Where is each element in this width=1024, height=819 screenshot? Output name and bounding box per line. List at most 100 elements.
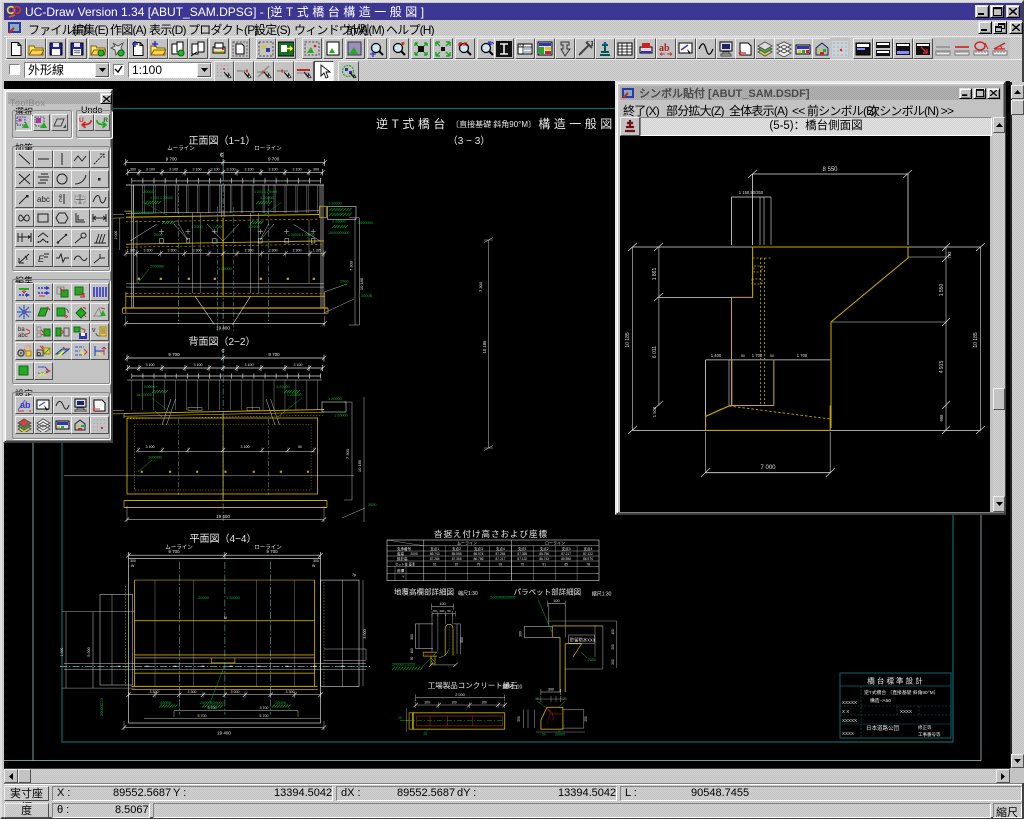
svg-text:縮尺1:30: 縮尺1:30 [458, 590, 478, 597]
svg-text:W: W [131, 564, 135, 568]
svg-text:2000050: 2000050 [358, 221, 373, 225]
svg-text:パラペット部詳細図: パラペット部詳細図 [514, 587, 582, 597]
svg-text:1 325: 1 325 [127, 249, 136, 253]
svg-text:20: 20 [398, 716, 402, 720]
svg-text:3 000: 3 000 [363, 629, 367, 639]
svg-text:3 100: 3 100 [245, 167, 254, 171]
svg-text:300: 300 [313, 559, 319, 563]
svg-text:300: 300 [313, 167, 319, 171]
svg-text:3 100: 3 100 [146, 167, 155, 171]
svg-text:3 700: 3 700 [208, 706, 217, 710]
svg-text:50: 50 [741, 354, 745, 358]
svg-text:1 861: 1 861 [652, 268, 658, 281]
svg-text:1 20000: 1 20000 [226, 596, 240, 600]
svg-text:87.217: 87.217 [496, 557, 506, 561]
svg-text:20000+: 20000+ [143, 189, 157, 194]
svg-text:3 300: 3 300 [150, 690, 159, 694]
svg-text:1 700: 1 700 [752, 353, 763, 358]
svg-text:日本道路公団: 日本道路公団 [866, 724, 900, 732]
svg-text:工事番号等: 工事番号等 [918, 731, 941, 738]
svg-text:3 100: 3 100 [269, 167, 278, 171]
svg-text:ムーライン: ムーライン [167, 145, 195, 152]
svg-text:v: v [92, 327, 96, 334]
svg-text:86.756: 86.756 [539, 552, 549, 556]
svg-text:1 20000: 1 20000 [328, 397, 342, 401]
svg-text:3 100: 3 100 [169, 167, 178, 171]
svg-text:1 2000: 1 2000 [212, 225, 224, 229]
svg-text:87: 87 [455, 563, 459, 567]
svg-text:87.355: 87.355 [452, 557, 462, 561]
svg-text:ローライン: ローライン [545, 540, 565, 546]
svg-text:100: 100 [451, 701, 457, 705]
svg-text:50: 50 [770, 354, 774, 358]
svg-text:85.598: 85.598 [452, 552, 462, 556]
svg-text:2000: 2000 [154, 233, 162, 237]
svg-text:50: 50 [410, 657, 414, 661]
svg-text:86.743: 86.743 [430, 552, 440, 556]
svg-text:86.743: 86.743 [539, 557, 549, 561]
svg-text:1 2000B: 1 2000B [358, 294, 373, 298]
svg-text:86.974: 86.974 [583, 557, 593, 561]
svg-text:87.122: 87.122 [583, 552, 593, 556]
svg-text:3 100: 3 100 [294, 363, 303, 367]
svg-text:1a 20000: 1a 20000 [136, 393, 152, 397]
svg-text:1 550: 1 550 [939, 284, 945, 297]
svg-text:87.284: 87.284 [430, 557, 440, 561]
svg-text:3 100: 3 100 [227, 167, 236, 171]
svg-text:3 300: 3 300 [245, 249, 254, 253]
svg-text:9 700: 9 700 [168, 352, 180, 357]
svg-text:7 300: 7 300 [345, 448, 350, 459]
svg-text:3 300: 3 300 [269, 249, 278, 253]
svg-text:50: 50 [433, 609, 437, 613]
svg-text:2000: 2000 [368, 503, 376, 507]
svg-text:9 700: 9 700 [268, 352, 280, 357]
svg-text:93: 93 [499, 563, 503, 567]
svg-text:3 000: 3 000 [231, 690, 240, 694]
svg-text:86.974: 86.974 [474, 552, 484, 556]
svg-text:1 20000: 1 20000 [334, 414, 348, 418]
svg-text:10 185: 10 185 [973, 332, 979, 348]
svg-text:3 100: 3 100 [241, 445, 250, 449]
svg-text:300: 300 [410, 634, 414, 640]
svg-text:300: 300 [130, 559, 136, 563]
svg-text:支承番号: 支承番号 [397, 546, 411, 551]
svg-text:75: 75 [521, 563, 525, 567]
svg-text:1 201 1 20000: 1 201 1 20000 [254, 190, 277, 194]
svg-text:79: 79 [477, 563, 481, 567]
svg-text:2000: 2000 [588, 657, 598, 662]
svg-text:3 100: 3 100 [146, 445, 155, 449]
svg-text:100: 100 [410, 648, 414, 654]
svg-text:20000223220: 20000223220 [392, 663, 415, 667]
svg-text:25: 25 [535, 697, 539, 701]
svg-text:250: 250 [611, 644, 615, 650]
svg-text:橋 台 標 準 設 計: 橋 台 標 準 設 計 [867, 676, 923, 686]
svg-text:7 300: 7 300 [349, 260, 354, 271]
svg-text:逆T式橋台 〔直接基礎 斜角90°M〕: 逆T式橋台 〔直接基礎 斜角90°M〕 [864, 689, 938, 696]
svg-text:X X: X X [842, 709, 849, 714]
svg-text:20000223: 20000223 [99, 697, 104, 716]
svg-text:3 300: 3 300 [286, 690, 295, 694]
svg-text:支点2: 支点2 [452, 546, 461, 551]
svg-text:87.122: 87.122 [517, 557, 527, 561]
svg-text:91: 91 [433, 563, 437, 567]
svg-text:3 100: 3 100 [146, 363, 155, 367]
svg-text:縮尺1:30: 縮尺1:30 [592, 591, 612, 598]
svg-text:1 20000: 1 20000 [276, 385, 290, 389]
svg-text:支点3: 支点3 [562, 546, 571, 551]
svg-text:100: 100 [553, 599, 559, 603]
svg-text:150: 150 [611, 629, 615, 635]
svg-text:86.756: 86.756 [474, 557, 484, 561]
svg-text:250: 250 [584, 716, 588, 722]
svg-text:沓据え付け高さおよび座標: 沓据え付け高さおよび座標 [434, 529, 548, 539]
svg-text:9 700: 9 700 [266, 549, 278, 554]
svg-text:998: 998 [939, 414, 944, 422]
svg-text:19 400: 19 400 [216, 326, 230, 331]
svg-text:100: 100 [439, 602, 445, 606]
svg-text:修正等: 修正等 [918, 724, 932, 731]
svg-text:20000000000: 20000000000 [328, 231, 349, 235]
svg-text:2000: 2000 [340, 280, 348, 284]
svg-text:2000: 2000 [410, 552, 418, 556]
svg-text:20000M20000: 20000M20000 [490, 595, 516, 600]
svg-text:10 185: 10 185 [625, 332, 631, 348]
svg-text:2 000: 2 000 [455, 693, 465, 697]
